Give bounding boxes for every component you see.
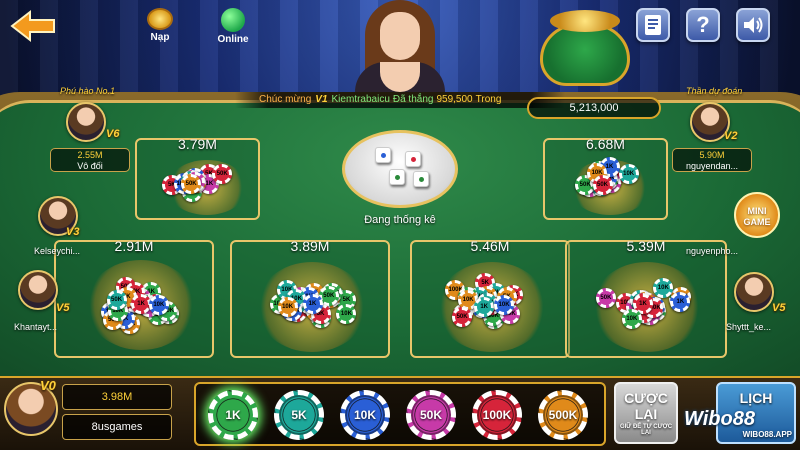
avatar (734, 272, 774, 312)
bet-chip-icon: 50K (595, 288, 616, 309)
back-button[interactable] (8, 8, 58, 44)
rebet-label-1: CƯỢC (624, 390, 668, 406)
chip-label: 5K (291, 408, 307, 422)
bet-chip-icon: 10K (277, 297, 298, 318)
chip-label: 500K (548, 408, 578, 422)
bet-total: 3.89M (290, 238, 330, 254)
mini-game-label-1: MINI (747, 206, 767, 216)
rebet-button[interactable]: CƯỢC LẠI GIỮ ĐỂ TỰ CƯỢC LẠI (614, 382, 678, 444)
jackpot-pot-icon (540, 10, 630, 88)
ticker-suffix: Trong (475, 94, 502, 105)
vip-badge: V5 (56, 302, 70, 314)
self-balance: 3.98M (62, 384, 172, 410)
online-label: Online (217, 34, 249, 45)
watermark-sub: WIBO88.APP (742, 430, 792, 439)
bet-chip-icon: 10K (148, 294, 169, 315)
player-info-box: 2.55M Vô đối (50, 148, 130, 172)
deposit-button[interactable]: Nạp (140, 8, 180, 43)
online-button[interactable]: Online (210, 8, 256, 45)
player-name: nguyenpho... (686, 246, 739, 256)
ticker-prefix: Chúc mừng (259, 94, 312, 105)
bet-chip-icon: 50K (452, 306, 473, 327)
chip-label: 1K (225, 408, 241, 422)
player-name: Kelseychi... (34, 246, 81, 256)
chip-label: 10K (353, 408, 376, 422)
vip-badge: V2 (724, 130, 738, 142)
rebet-hint: GIỮ ĐỂ TỰ CƯỢC LẠI (619, 424, 673, 436)
watermark-main: Wibo88 (684, 408, 755, 430)
bet-chip-icon: 50K (106, 290, 127, 311)
die-icon (389, 169, 405, 185)
watermark-logo: Wibo88 WIBO88.APP (684, 408, 800, 450)
die-icon (405, 151, 421, 167)
player-name: Khantayt... (14, 322, 58, 332)
bet-chip-icon: 1K (302, 294, 323, 315)
online-users-icon (221, 8, 245, 32)
vip-badge: V5 (772, 302, 786, 314)
history-label: LỊCH (739, 390, 773, 406)
player-name: Vô đối (77, 161, 103, 171)
chip-100k[interactable]: 100K (472, 390, 522, 440)
bet-chip-icon: 50K (592, 174, 613, 195)
chip-selector: 1K 5K 10K 50K 100K 500K (194, 382, 606, 446)
speaker-icon (744, 17, 763, 33)
die-icon (413, 171, 429, 187)
coins-icon (147, 8, 173, 30)
die-icon (375, 147, 391, 163)
bet-total: 3.79M (178, 136, 217, 152)
bet-chip-icon: 1K (474, 296, 495, 317)
game-stage: Nạp Online ? Chúc mừng V1 Kiemtrabaicu Đ… (0, 0, 800, 450)
sound-button[interactable] (736, 8, 770, 42)
ticker-message: Đã thắng (392, 94, 434, 105)
bet-area-3[interactable]: 2.91M 10K50K5K100K1K10K10K50K5K100K1K10K… (54, 238, 214, 358)
chip-50k[interactable]: 50K (406, 390, 456, 440)
player-name: nguyendan... (685, 161, 739, 171)
chip-500k[interactable]: 500K (538, 390, 588, 440)
bet-total: 6.68M (586, 136, 625, 152)
bet-total: 5.46M (470, 238, 510, 254)
self-vip-badge: V0 (40, 378, 56, 393)
bet-area-2[interactable]: 6.68M 10K50K5K100K1K10K10K50K5K100K1K10K… (543, 136, 668, 220)
ticker-amount: 959,500 (436, 94, 473, 105)
mini-game-label-2: GAME (743, 217, 771, 227)
self-username: 8usgames (62, 414, 172, 440)
win-ticker: Chúc mừng V1 Kiemtrabaicu Đã thắng 959,500 Tr… (235, 92, 565, 108)
vip-badge: V3 (66, 226, 80, 238)
player-name: Shyttt_ke... (726, 322, 772, 332)
question-mark-icon: ? (696, 12, 710, 37)
ticker-player-name: Kiemtrabaicu (331, 94, 390, 105)
avatar (66, 102, 106, 142)
vip-badge: V6 (106, 128, 120, 140)
document-icon (645, 15, 661, 35)
mini-game-button[interactable]: MINI GAME (734, 192, 780, 238)
chip-10k[interactable]: 10K (340, 390, 390, 440)
chip-label: 50K (419, 408, 442, 422)
deposit-label: Nạp (150, 32, 170, 43)
dice-plate (342, 130, 458, 208)
bet-area-1[interactable]: 3.79M 10K50K5K100K1K10K10K50K5K100K1K10K… (135, 136, 260, 220)
player-money: 2.55M (77, 150, 103, 160)
bet-area-6[interactable]: 5.39M 10K50K5K100K1K10K10K50K5K100K1K10K… (565, 238, 727, 358)
player-title: Phú hào No.1 (60, 86, 116, 96)
player-money: 5.90M (699, 150, 725, 160)
bet-chip-icon: 10K (494, 294, 515, 315)
help-button[interactable]: ? (686, 8, 720, 42)
jackpot-value: 5,213,000 (527, 97, 661, 119)
ticker-vip-badge: V1 (315, 94, 328, 105)
bet-area-5[interactable]: 5.46M 10K50K5K100K1K10K10K50K5K100K1K10K… (410, 238, 570, 358)
bet-chip-icon: 10K (618, 164, 639, 185)
avatar (18, 270, 58, 310)
chip-label: 100K (482, 408, 512, 422)
round-status: Đang thống kê (364, 214, 436, 226)
rebet-label-2: LẠI (634, 406, 658, 422)
player-title: Thần dự đoán (686, 86, 743, 96)
back-arrow-icon (10, 9, 55, 43)
chip-5k[interactable]: 5K (274, 390, 324, 440)
bet-area-4[interactable]: 3.89M 10K50K5K100K1K10K10K50K5K100K1K10K… (230, 238, 390, 358)
rules-button[interactable] (636, 8, 670, 42)
player-info-box: 5.90M nguyendan... (672, 148, 752, 172)
chip-1k[interactable]: 1K (208, 390, 258, 440)
